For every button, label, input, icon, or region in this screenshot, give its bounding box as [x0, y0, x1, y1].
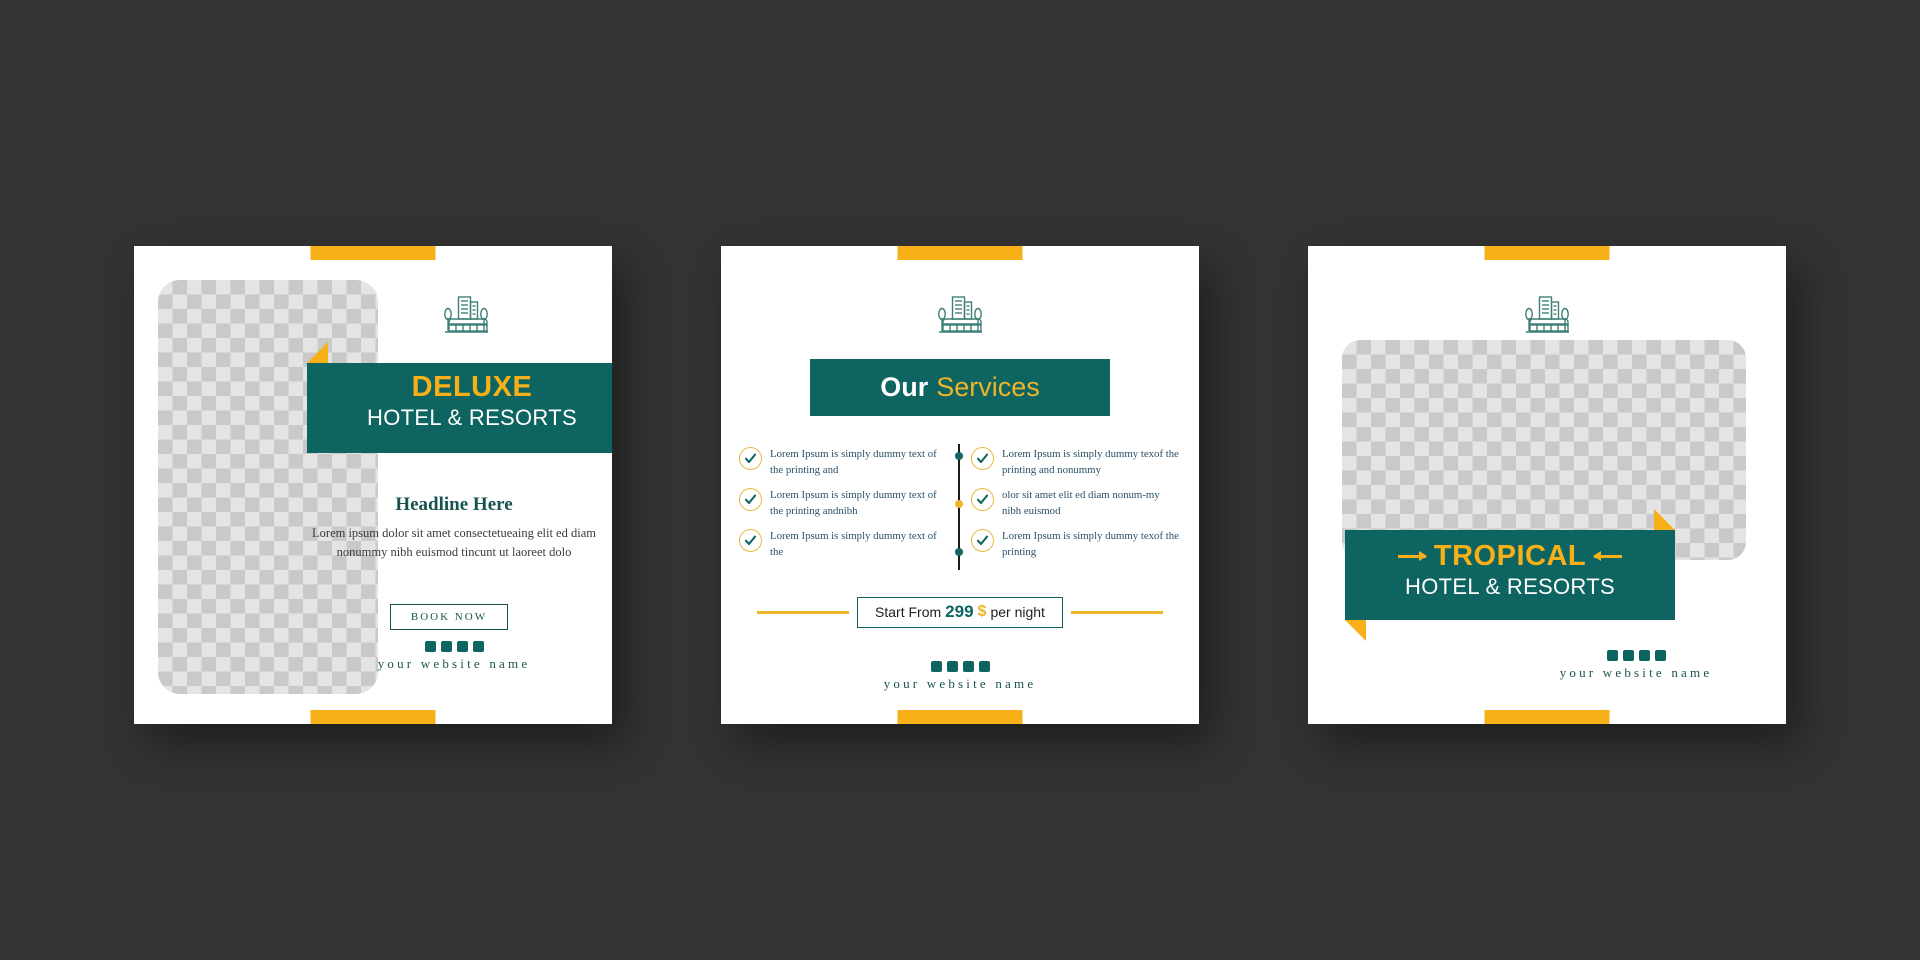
- service-item: Lorem Ipsum is simply dummy text of the …: [739, 487, 949, 525]
- service-item: Lorem Ipsum is simply dummy text of the …: [739, 446, 949, 484]
- deluxe-card[interactable]: DELUXE HOTEL & RESORTS Headline Here Lor…: [134, 246, 626, 744]
- service-item: olor sit amet elit ed diam nonum-my nibh…: [971, 487, 1181, 525]
- services-card-surface: Our Services Lorem Ipsum is simply dummy…: [721, 246, 1199, 724]
- services-column-left: Lorem Ipsum is simply dummy text of the …: [739, 446, 949, 566]
- accent-bar-bottom: [310, 710, 436, 724]
- website-name: your website name: [883, 676, 1037, 691]
- square-dots-decoration: [304, 641, 604, 652]
- brand-name: DELUXE: [411, 371, 533, 403]
- price-rule-left: [757, 610, 850, 614]
- website-name: your website name: [377, 656, 531, 671]
- price-amount: 299: [945, 602, 974, 621]
- website-footer: your website name: [304, 641, 604, 672]
- price-row: Start From 299 $ per night: [739, 596, 1181, 628]
- check-icon: [739, 488, 762, 511]
- accent-bar-top: [310, 246, 436, 260]
- check-icon: [739, 529, 762, 552]
- deluxe-card-surface: DELUXE HOTEL & RESORTS Headline Here Lor…: [134, 246, 612, 724]
- brand-tagline: HOTEL & RESORTS: [1405, 573, 1615, 599]
- service-text: Lorem Ipsum is simply dummy text of the …: [770, 489, 937, 517]
- brand-name: TROPICAL: [1433, 540, 1587, 572]
- square-dots-decoration: [1486, 650, 1786, 661]
- divider-dot: [955, 548, 963, 556]
- accent-bar-top: [897, 246, 1023, 260]
- services-column-right: Lorem Ipsum is simply dummy texof the pr…: [971, 446, 1181, 566]
- service-text: Lorem Ipsum is simply dummy text of the: [770, 530, 937, 558]
- banner-fold-decoration: [1654, 509, 1675, 530]
- banner-fold-decoration: [1345, 620, 1366, 641]
- price-suffix: per night: [990, 604, 1045, 620]
- service-item: Lorem Ipsum is simply dummy texof the pr…: [971, 446, 1181, 484]
- price-badge: Start From 299 $ per night: [857, 596, 1063, 628]
- service-text: olor sit amet elit ed diam nonum-my nibh…: [1002, 489, 1160, 517]
- hotel-building-icon: [934, 288, 986, 340]
- book-now-button[interactable]: BOOK NOW: [390, 604, 508, 630]
- brand-banner: DELUXE HOTEL & RESORTS: [307, 363, 612, 453]
- headline: Headline Here: [395, 494, 513, 515]
- brand-banner: TROPICAL HOTEL & RESORTS: [1345, 530, 1675, 620]
- brand-tagline: HOTEL & RESORTS: [367, 404, 577, 430]
- arrow-left-icon: [1397, 551, 1427, 562]
- brand-name-row: TROPICAL: [1345, 540, 1675, 573]
- image-placeholder[interactable]: [158, 280, 378, 694]
- tropical-card[interactable]: TROPICAL HOTEL & RESORTS your website na…: [1308, 246, 1800, 744]
- hotel-building-icon: [440, 288, 492, 340]
- body-paragraph: Lorem ipsum dolor sit amet consectetueai…: [312, 526, 596, 559]
- title-word-services: Services: [936, 372, 1040, 402]
- website-footer: your website name: [1486, 650, 1786, 681]
- check-icon: [739, 447, 762, 470]
- service-text: Lorem Ipsum is simply dummy texof the pr…: [1002, 448, 1179, 476]
- check-icon: [971, 529, 994, 552]
- tropical-card-surface: TROPICAL HOTEL & RESORTS your website na…: [1308, 246, 1786, 724]
- arrow-right-icon: [1593, 551, 1623, 562]
- service-item: Lorem Ipsum is simply dummy texof the pr…: [971, 528, 1181, 566]
- website-footer: your website name: [810, 661, 1110, 692]
- currency-symbol: $: [977, 603, 987, 620]
- check-icon: [971, 447, 994, 470]
- price-prefix: Start From: [875, 604, 942, 620]
- price-rule-right: [1070, 610, 1163, 614]
- image-placeholder[interactable]: [1342, 340, 1746, 560]
- banner-fold-decoration: [307, 342, 328, 363]
- service-text: Lorem Ipsum is simply dummy text of the …: [770, 448, 937, 476]
- divider-dot: [955, 500, 963, 508]
- column-divider: [955, 444, 963, 570]
- divider-dot: [955, 452, 963, 460]
- accent-bar-top: [1484, 246, 1610, 260]
- square-dots-decoration: [810, 661, 1110, 672]
- check-icon: [971, 488, 994, 511]
- title-word-our: Our: [880, 372, 929, 402]
- website-name: your website name: [1559, 665, 1713, 680]
- accent-bar-bottom: [897, 710, 1023, 724]
- hotel-building-icon: [1521, 288, 1573, 340]
- service-text: Lorem Ipsum is simply dummy texof the pr…: [1002, 530, 1179, 558]
- poster-set-canvas: DELUXE HOTEL & RESORTS Headline Here Lor…: [0, 0, 1920, 960]
- accent-bar-bottom: [1484, 710, 1610, 724]
- services-card[interactable]: Our Services Lorem Ipsum is simply dummy…: [721, 246, 1213, 744]
- section-title-banner: Our Services: [810, 359, 1110, 416]
- service-item: Lorem Ipsum is simply dummy text of the: [739, 528, 949, 566]
